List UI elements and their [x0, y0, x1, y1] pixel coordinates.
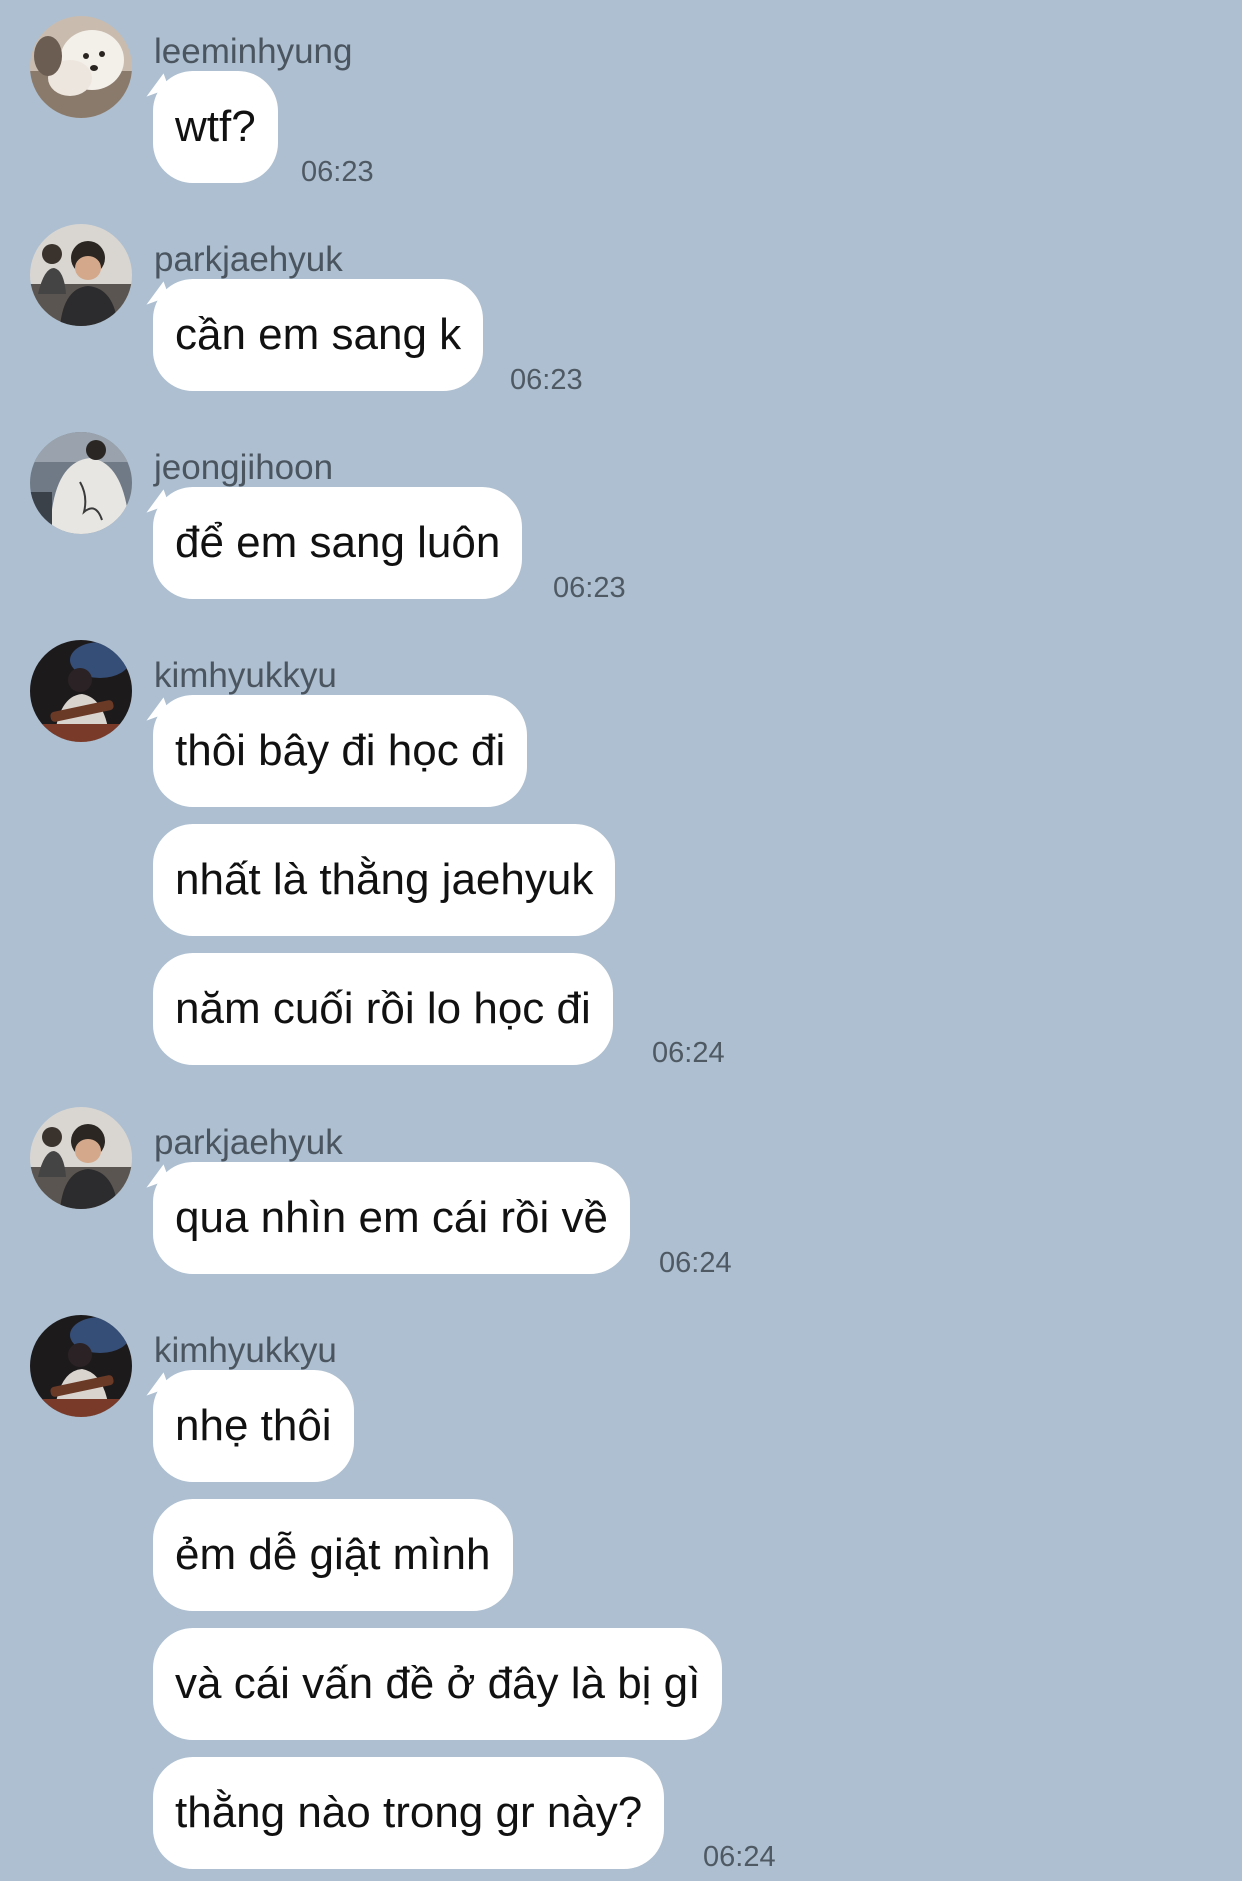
person-white-shirt-avatar-icon — [30, 432, 132, 534]
message-time: 06:23 — [301, 156, 374, 188]
sender-name: leeminhyung — [154, 32, 353, 71]
person-eating-avatar-icon — [30, 224, 132, 326]
message-bubble[interactable]: năm cuối rồi lo học đi — [153, 953, 613, 1065]
message-bubble[interactable]: thôi bây đi học đi — [153, 695, 528, 807]
sender-name: jeongjihoon — [154, 448, 334, 487]
avatar[interactable] — [30, 16, 132, 118]
dog-avatar-icon — [30, 16, 132, 118]
chat-message-list[interactable]: leeminhyung wtf? 06:23 parkjaehyuk cần e… — [0, 0, 1242, 1881]
message-bubble[interactable]: thằng nào trong gr này? — [153, 1757, 665, 1869]
avatar[interactable] — [30, 640, 132, 742]
sender-name: parkjaehyuk — [154, 240, 343, 279]
message-time: 06:24 — [652, 1037, 725, 1069]
message-bubble[interactable]: để em sang luôn — [153, 487, 523, 599]
guitar-player-avatar-icon — [30, 1315, 132, 1417]
avatar[interactable] — [30, 1315, 132, 1417]
message-bubble[interactable]: và cái vấn đề ở đây là bị gì — [153, 1628, 723, 1740]
message-time: 06:23 — [510, 364, 583, 396]
message-bubble[interactable]: qua nhìn em cái rồi về — [153, 1162, 630, 1274]
message-bubble[interactable]: nhẹ thôi — [153, 1370, 354, 1482]
message-bubble[interactable]: nhất là thằng jaehyuk — [153, 824, 616, 936]
message-bubble[interactable]: ẻm dễ giật mình — [153, 1499, 513, 1611]
message-time: 06:23 — [553, 572, 626, 604]
avatar[interactable] — [30, 1107, 132, 1209]
message-bubble[interactable]: wtf? — [153, 71, 278, 183]
person-eating-avatar-icon — [30, 1107, 132, 1209]
sender-name: kimhyukkyu — [154, 1331, 337, 1370]
message-time: 06:24 — [659, 1247, 732, 1279]
avatar[interactable] — [30, 224, 132, 326]
guitar-player-avatar-icon — [30, 640, 132, 742]
sender-name: parkjaehyuk — [154, 1123, 343, 1162]
message-time: 06:24 — [703, 1841, 776, 1873]
message-bubble[interactable]: cần em sang k — [153, 279, 484, 391]
sender-name: kimhyukkyu — [154, 656, 337, 695]
avatar[interactable] — [30, 432, 132, 534]
